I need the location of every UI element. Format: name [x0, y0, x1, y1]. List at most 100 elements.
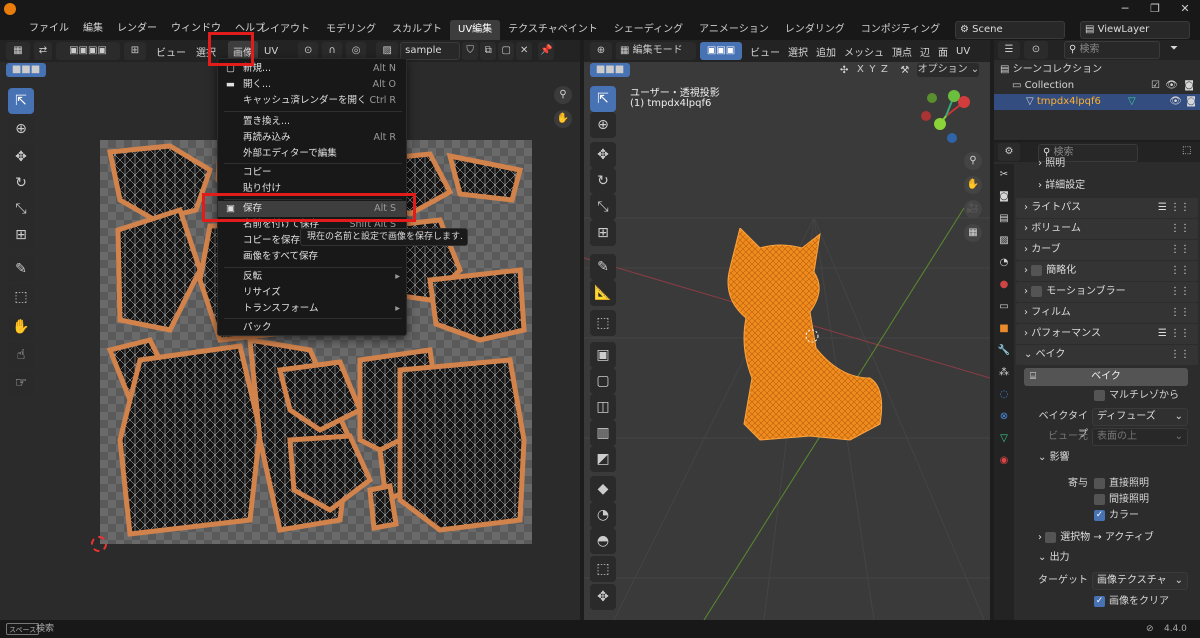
vp-menu-edge[interactable]: 辺	[920, 44, 930, 59]
pin-icon[interactable]: 📌	[538, 42, 555, 60]
camera-view-icon[interactable]: 🎥	[964, 200, 982, 218]
menu-item-pack[interactable]: パック	[218, 320, 406, 336]
grab-tool-icon[interactable]: ✋	[8, 314, 34, 340]
direct-checkbox[interactable]	[1094, 477, 1105, 489]
cat-mesh[interactable]	[710, 228, 900, 448]
panel-performance[interactable]: › パフォーマンス ☰ ⋮⋮	[1016, 324, 1198, 344]
simplify-checkbox[interactable]	[1031, 264, 1043, 276]
rotate-tool-icon[interactable]: ↻	[8, 170, 34, 196]
blender-logo-icon[interactable]	[4, 3, 16, 15]
minimize-button[interactable]: ─	[1110, 0, 1140, 18]
menu-file[interactable]: ファイル	[22, 18, 76, 40]
cursor-tool-icon[interactable]: ⊕	[8, 116, 34, 142]
menu-item-replace[interactable]: 置き換え...	[218, 114, 406, 130]
panel-lighting[interactable]: › 照明	[1016, 156, 1198, 172]
open-image-icon[interactable]: ▢	[498, 42, 515, 60]
uv-menu-uv[interactable]: UV	[264, 46, 278, 57]
sync-selection-icon[interactable]: ⇄	[34, 42, 52, 60]
zoom-icon[interactable]: ⚲	[554, 86, 572, 104]
object-row[interactable]: ▽ tmpdx4lpqf6 ▽ 👁 ◙	[994, 94, 1200, 110]
clear-image-checkbox[interactable]: ✓	[1094, 595, 1105, 607]
add-cube-tool-icon[interactable]: ⬚	[590, 310, 616, 336]
unlink-image-icon[interactable]: ✕	[516, 42, 533, 60]
editor-type-icon[interactable]: ▦	[6, 42, 30, 60]
axis-x-toggle[interactable]: X	[854, 63, 866, 77]
annotate-tool-icon[interactable]: ✎	[8, 256, 34, 282]
view-layer-tab-icon[interactable]: ▨	[994, 230, 1014, 252]
tab-shading[interactable]: シェーディング	[606, 20, 691, 40]
obj-render-icon[interactable]: ◙	[1186, 94, 1196, 110]
fake-user-icon[interactable]: ⛉	[462, 42, 479, 60]
material-tab-icon[interactable]: ◉	[994, 450, 1014, 472]
mirror-icon[interactable]: ✣	[840, 65, 848, 76]
menu-item-resize[interactable]: リサイズ	[218, 285, 406, 301]
presets-icon[interactable]: ☰ ⋮⋮	[1158, 324, 1190, 344]
exclude-checkbox-icon[interactable]: ☑	[1151, 78, 1160, 94]
extrude-tool-icon[interactable]: ▣	[590, 342, 616, 368]
axis-z-toggle[interactable]: Z	[878, 63, 890, 77]
bevel-tool-icon[interactable]: ◫	[590, 394, 616, 420]
scene-collection-row[interactable]: ▤ シーンコレクション	[1000, 62, 1196, 78]
uv-select-mode-icons[interactable]: ■■■	[6, 63, 46, 77]
outliner-search[interactable]: ⚲ 検索	[1064, 41, 1160, 59]
vp-pan-icon[interactable]: ✋	[964, 176, 982, 194]
panel-bake[interactable]: ⌄ ベイク ⋮⋮	[1016, 345, 1198, 365]
drag-handle-icon[interactable]: ⋮⋮	[1170, 240, 1190, 260]
image-name-field[interactable]: sample	[400, 42, 461, 60]
collection-tab-icon[interactable]: ▭	[994, 296, 1014, 318]
physics-tab-icon[interactable]: ◌	[994, 384, 1014, 406]
bake-button[interactable]: ⌸ ベイク	[1024, 368, 1188, 386]
subpanel-influence[interactable]: ⌄ 影響	[1016, 448, 1198, 468]
polybuild-tool-icon[interactable]: ◆	[590, 476, 616, 502]
vp-scale-tool-icon[interactable]: ⤡	[590, 194, 616, 220]
viewport-editor-type-icon[interactable]: ⊕	[590, 42, 612, 60]
render-camera-icon[interactable]: ◙	[1184, 78, 1194, 94]
vp-select-box-icons[interactable]: ■■■	[590, 63, 630, 77]
vp-cursor-tool-icon[interactable]: ⊕	[590, 112, 616, 138]
vp-measure-tool-icon[interactable]: 📐	[590, 280, 616, 306]
collection-row[interactable]: ▭ Collection ☑ 👁 ◙	[1012, 78, 1196, 94]
panel-volumes[interactable]: › ボリューム ⋮⋮	[1016, 219, 1198, 239]
options-dropdown[interactable]: オプション ⌄	[917, 63, 980, 77]
3d-viewport[interactable]: ⇱ ⊕ ✥ ↻ ⤡ ⊞ ✎ 📐 ⬚ ▣ ▢ ◫ ▥ ◩ ◆ ◔ ◓ ⬚ ✥ ユー…	[584, 78, 990, 620]
object-tab-icon[interactable]: ■	[994, 318, 1014, 340]
wrench-icon[interactable]: ⚒	[900, 65, 909, 76]
constraints-tab-icon[interactable]: ⊗	[994, 406, 1014, 428]
vp-rotate-tool-icon[interactable]: ↻	[590, 168, 616, 194]
vp-transform-tool-icon[interactable]: ⊞	[590, 220, 616, 246]
menu-item-transform[interactable]: トランスフォーム ▸	[218, 301, 406, 317]
direct-row[interactable]: 直接照明	[1094, 476, 1149, 492]
filter-icon[interactable]: ⏷	[1170, 43, 1178, 54]
outliner-editor-icon[interactable]: ☰	[998, 41, 1020, 59]
viewlayer-selector[interactable]: ▤ ViewLayer	[1080, 21, 1190, 39]
drag-handle-icon[interactable]: ⋮⋮	[1170, 219, 1190, 239]
visibility-icon[interactable]: 👁	[1165, 78, 1178, 94]
pinch-tool-icon[interactable]: ☞	[8, 370, 34, 396]
rip-tool-icon[interactable]: ⬚	[8, 284, 34, 310]
close-button[interactable]: ✕	[1170, 0, 1200, 18]
spin-tool-icon[interactable]: ◔	[590, 502, 616, 528]
menu-item-flip[interactable]: 反転 ▸	[218, 269, 406, 285]
scale-tool-icon[interactable]: ⤡	[8, 196, 34, 222]
menu-render[interactable]: レンダー	[110, 18, 164, 40]
loopcut-tool-icon[interactable]: ▥	[590, 420, 616, 446]
tab-uv-editing[interactable]: UV編集	[450, 20, 501, 40]
multires-checkbox[interactable]	[1094, 389, 1105, 401]
panel-curves[interactable]: › カーブ ⋮⋮	[1016, 240, 1198, 260]
smooth-tool-icon[interactable]: ◓	[590, 528, 616, 554]
vp-annotate-tool-icon[interactable]: ✎	[590, 254, 616, 280]
inset-tool-icon[interactable]: ▢	[590, 368, 616, 394]
vp-menu-select[interactable]: 選択	[788, 44, 808, 59]
display-mode-icon[interactable]: ⊙	[1024, 41, 1048, 59]
motion-blur-checkbox[interactable]	[1031, 285, 1043, 297]
vp-menu-view[interactable]: ビュー	[750, 44, 780, 59]
vp-zoom-icon[interactable]: ⚲	[964, 152, 982, 170]
ortho-toggle-icon[interactable]: ▦	[964, 224, 982, 242]
vp-move-tool-icon[interactable]: ✥	[590, 142, 616, 168]
edge-slide-tool-icon[interactable]: ⬚	[590, 556, 616, 582]
drag-handle-icon[interactable]: ⋮⋮	[1170, 303, 1190, 323]
props-pin-icon[interactable]: ⬚	[1182, 145, 1191, 156]
indirect-checkbox[interactable]	[1094, 493, 1105, 505]
data-tab-icon[interactable]: ▽	[994, 428, 1014, 450]
menu-edit[interactable]: 編集	[76, 18, 110, 40]
